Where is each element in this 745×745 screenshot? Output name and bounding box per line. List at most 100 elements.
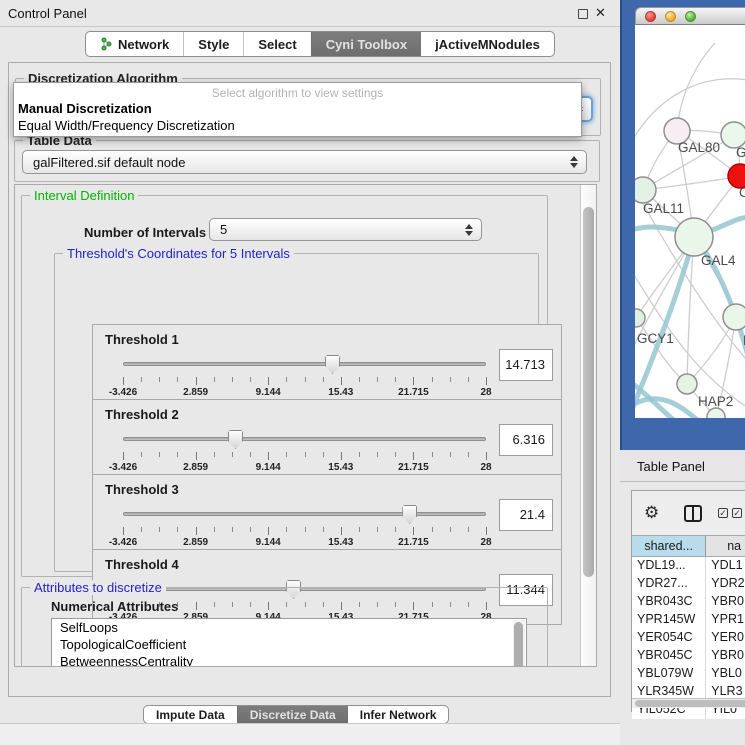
cell-name[interactable]: YBL0: [706, 665, 745, 683]
node-label: GAL4: [701, 253, 736, 268]
tab-label: Discretize Data: [250, 708, 336, 722]
float-window-icon[interactable]: [578, 9, 588, 19]
settings-scrollbar-thumb[interactable]: [583, 207, 594, 577]
cell-shared-name[interactable]: YBL079W: [632, 665, 706, 683]
mac-close-button[interactable]: [645, 11, 656, 22]
mac-zoom-button[interactable]: [685, 11, 696, 22]
table-row[interactable]: YER054CYER0: [632, 629, 745, 647]
tick-mark: [286, 527, 287, 532]
table-row[interactable]: YBR045CYBR0: [632, 647, 745, 665]
gear-icon[interactable]: ⚙: [644, 503, 659, 523]
number-of-intervals-combobox[interactable]: 5: [209, 218, 482, 241]
tab-infer-network[interactable]: Infer Network: [348, 706, 449, 723]
threshold-label: Threshold 2: [105, 407, 179, 422]
table-container: ⚙ ✓ ✓ shared... na YDL19...YDL1YDR27...Y…: [631, 490, 745, 712]
cell-shared-name[interactable]: YER054C: [632, 629, 706, 647]
slider-track[interactable]: [123, 437, 486, 441]
list-scrollbar-thumb[interactable]: [514, 622, 523, 667]
threshold-value-field[interactable]: 14.713: [499, 349, 553, 381]
columns-icon[interactable]: [684, 505, 702, 522]
table-row[interactable]: YDR27...YDR2: [632, 575, 745, 593]
attribute-list-item[interactable]: TopologicalCoefficient: [52, 636, 526, 653]
network-node[interactable]: [723, 304, 745, 330]
network-node[interactable]: [675, 218, 713, 256]
network-edge[interactable]: [677, 43, 715, 131]
tick-mark: [486, 452, 487, 460]
column-header-shared-name[interactable]: shared...: [632, 536, 706, 556]
cell-name[interactable]: YPR1: [706, 611, 745, 629]
tick-mark: [159, 527, 160, 532]
tab-label: Network: [118, 37, 169, 52]
table-scrollbar-thumb[interactable]: [635, 700, 745, 707]
tab-network[interactable]: Network: [86, 32, 183, 56]
tab-impute-data[interactable]: Impute Data: [144, 706, 237, 723]
threshold-slider[interactable]: -3.4262.8599.14415.4321.71528: [123, 430, 486, 472]
cell-shared-name[interactable]: YBR045C: [632, 647, 706, 665]
tab-cyni-toolbox[interactable]: Cyni Toolbox: [311, 32, 421, 56]
tick-mark: [468, 452, 469, 457]
table-row[interactable]: YBL079WYBL0: [632, 665, 745, 683]
numerical-attributes-list[interactable]: SelfLoopsTopologicalCoefficientBetweenne…: [51, 618, 527, 667]
network-node[interactable]: [677, 374, 697, 394]
tick-label: -3.426: [109, 387, 137, 398]
cell-name[interactable]: YER0: [706, 629, 745, 647]
tab-discretize-data[interactable]: Discretize Data: [237, 706, 348, 723]
table-row[interactable]: YPR145WYPR1: [632, 611, 745, 629]
network-graph[interactable]: GAL80GACGAL11GAL4GCY1HHAP2: [635, 25, 745, 418]
close-icon[interactable]: ✕: [595, 5, 606, 21]
tab-jactivemnodules[interactable]: jActiveMNodules: [421, 32, 554, 56]
cell-name[interactable]: YBR0: [706, 647, 745, 665]
network-edge[interactable]: [643, 176, 740, 190]
tab-style[interactable]: Style: [183, 32, 243, 56]
mac-minimize-button[interactable]: [665, 11, 676, 22]
threshold-label: Threshold 3: [105, 482, 179, 497]
attribute-list-item[interactable]: BetweennessCentrality: [52, 653, 526, 667]
cell-name[interactable]: YBR0: [706, 593, 745, 611]
threshold-value-field[interactable]: 6.316: [499, 424, 553, 456]
tick-mark: [232, 377, 233, 382]
slider-thumb[interactable]: [402, 505, 417, 524]
node-label: GAL80: [678, 140, 720, 155]
tick-label: 9.144: [256, 537, 281, 548]
cell-shared-name[interactable]: YDL19...: [632, 557, 706, 575]
tick-mark: [432, 452, 433, 457]
slider-thumb[interactable]: [228, 430, 243, 449]
tick-mark: [323, 377, 324, 382]
tick-mark: [232, 452, 233, 457]
network-node[interactable]: [635, 177, 656, 203]
tab-select[interactable]: Select: [243, 32, 310, 56]
settings-scrollbar[interactable]: [580, 185, 596, 666]
cell-shared-name[interactable]: YPR145W: [632, 611, 706, 629]
slider-track[interactable]: [123, 362, 486, 366]
checkbox-icon[interactable]: ✓: [732, 508, 742, 518]
table-data-combobox[interactable]: galFiltered.sif default node: [22, 150, 587, 174]
threshold-value-field[interactable]: 21.4: [499, 499, 553, 531]
tick-mark: [395, 452, 396, 457]
threshold-slider[interactable]: -3.4262.8599.14415.4321.71528: [123, 505, 486, 547]
slider-thumb[interactable]: [325, 355, 340, 374]
table-horizontal-scrollbar[interactable]: [632, 698, 745, 708]
cell-name[interactable]: YDL1: [706, 557, 745, 575]
tick-mark: [359, 527, 360, 532]
algorithm-option[interactable]: Equal Width/Frequency Discretization: [14, 117, 581, 134]
network-node[interactable]: [635, 309, 645, 327]
slider-track[interactable]: [123, 512, 486, 516]
table-row[interactable]: YDL19...YDL1: [632, 557, 745, 575]
tick-mark: [177, 527, 178, 532]
network-canvas[interactable]: GAL80GACGAL11GAL4GCY1HHAP2: [635, 25, 745, 418]
table-row[interactable]: YBR043CYBR0: [632, 593, 745, 611]
cell-shared-name[interactable]: YDR27...: [632, 575, 706, 593]
threshold-slider[interactable]: -3.4262.8599.14415.4321.71528: [123, 355, 486, 397]
attribute-list-item[interactable]: SelfLoops: [52, 619, 526, 636]
algorithm-option[interactable]: Manual Discretization: [14, 100, 581, 117]
network-window-titlebar[interactable]: [635, 7, 745, 25]
tick-label: 28: [480, 537, 491, 548]
tick-mark: [159, 452, 160, 457]
cell-shared-name[interactable]: YBR043C: [632, 593, 706, 611]
checkbox-icon[interactable]: ✓: [718, 508, 728, 518]
tab-label: Infer Network: [360, 708, 437, 722]
tick-label: 28: [480, 387, 491, 398]
list-scrollbar[interactable]: [513, 620, 525, 667]
column-header-name[interactable]: na: [706, 536, 745, 556]
cell-name[interactable]: YDR2: [706, 575, 745, 593]
